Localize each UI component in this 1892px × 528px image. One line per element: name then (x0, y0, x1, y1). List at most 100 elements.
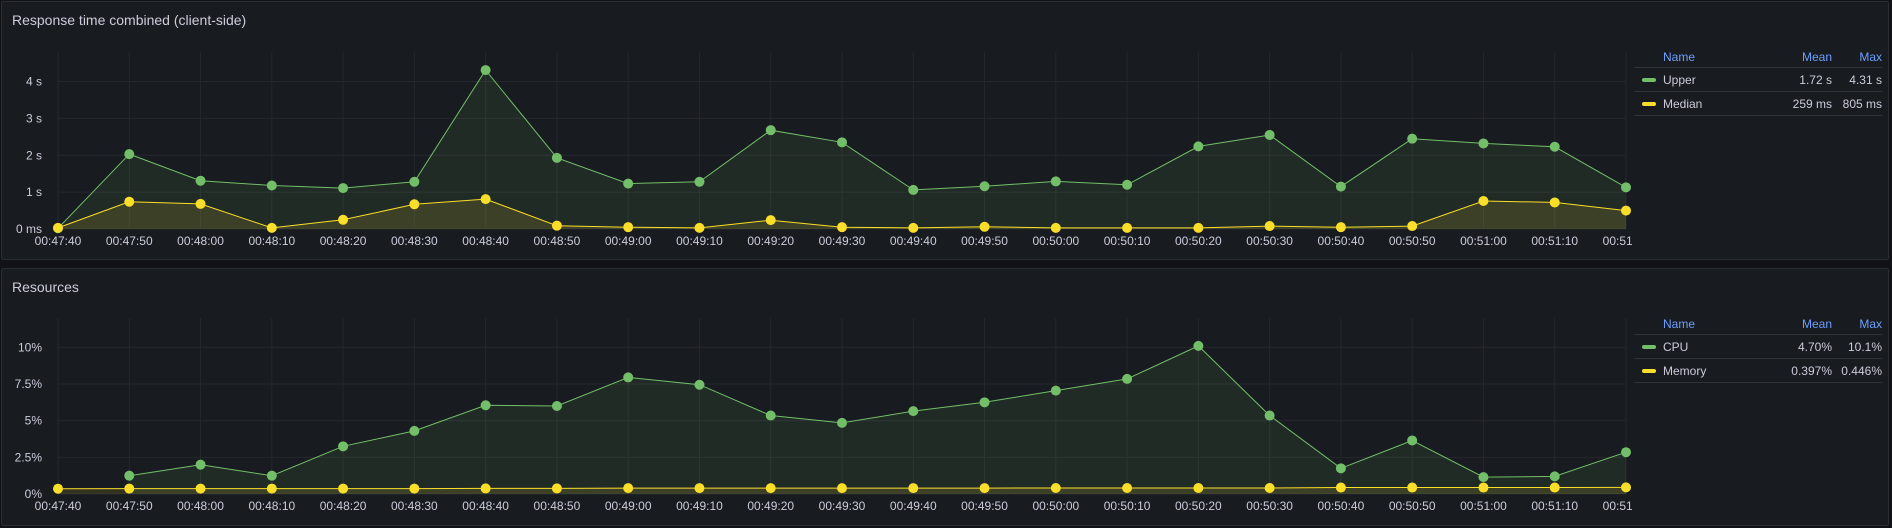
data-point-upper[interactable] (338, 183, 349, 194)
data-point-memory[interactable] (623, 483, 634, 494)
data-point-memory[interactable] (1478, 482, 1489, 493)
response-time-chart[interactable]: 0 ms1 s2 s3 s4 s00:47:40 00:47:50 00:48:00… (2, 2, 1632, 261)
data-point-memory[interactable] (53, 483, 63, 494)
data-point-memory[interactable] (1335, 482, 1346, 493)
data-point-median[interactable] (1335, 222, 1346, 233)
data-point-median[interactable] (765, 215, 776, 226)
data-point-median[interactable] (623, 222, 634, 233)
data-point-cpu[interactable] (1335, 463, 1346, 474)
data-point-upper[interactable] (694, 176, 705, 187)
data-point-median[interactable] (266, 222, 277, 233)
data-point-median[interactable] (551, 220, 562, 231)
data-point-cpu[interactable] (1621, 447, 1631, 458)
data-point-memory[interactable] (266, 483, 277, 494)
data-point-upper[interactable] (551, 152, 562, 163)
data-point-cpu[interactable] (266, 470, 277, 481)
data-point-median[interactable] (1264, 221, 1275, 232)
data-point-upper[interactable] (765, 125, 776, 136)
data-point-cpu[interactable] (1478, 472, 1489, 483)
legend-series-name[interactable]: Memory (1663, 364, 1706, 378)
legend-header-max[interactable]: Max (1832, 50, 1882, 64)
data-point-memory[interactable] (908, 483, 919, 494)
data-point-memory[interactable] (480, 483, 491, 494)
data-point-median[interactable] (409, 199, 420, 210)
data-point-cpu[interactable] (338, 441, 349, 452)
legend-series-name[interactable]: Upper (1663, 73, 1696, 87)
data-point-upper[interactable] (1122, 179, 1133, 190)
data-point-upper[interactable] (1407, 133, 1418, 144)
data-point-memory[interactable] (338, 483, 349, 494)
data-point-median[interactable] (1050, 222, 1061, 233)
data-point-median[interactable] (1478, 195, 1489, 206)
data-point-median[interactable] (979, 221, 990, 232)
data-point-median[interactable] (53, 222, 63, 233)
data-point-median[interactable] (195, 198, 206, 209)
data-point-upper[interactable] (1335, 181, 1346, 192)
data-point-upper[interactable] (266, 180, 277, 191)
data-point-memory[interactable] (1193, 482, 1204, 493)
data-point-upper[interactable] (1621, 182, 1631, 193)
data-point-median[interactable] (908, 222, 919, 233)
data-point-upper[interactable] (1478, 138, 1489, 149)
data-point-memory[interactable] (1050, 482, 1061, 493)
data-point-cpu[interactable] (195, 459, 206, 470)
data-point-cpu[interactable] (1122, 373, 1133, 384)
data-point-cpu[interactable] (979, 397, 990, 408)
data-point-cpu[interactable] (1407, 435, 1418, 446)
data-point-median[interactable] (837, 222, 847, 233)
data-point-upper[interactable] (195, 175, 206, 186)
data-point-cpu[interactable] (1193, 340, 1204, 351)
data-point-memory[interactable] (1407, 482, 1418, 493)
data-point-cpu[interactable] (409, 425, 420, 436)
data-point-cpu[interactable] (694, 379, 705, 390)
data-point-upper[interactable] (1549, 141, 1560, 152)
data-point-memory[interactable] (1621, 482, 1631, 493)
data-point-upper[interactable] (837, 137, 847, 148)
legend-row-median[interactable]: Median 259 ms 805 ms (1634, 92, 1882, 116)
data-point-upper[interactable] (124, 149, 135, 160)
legend-header-name[interactable]: Name (1634, 317, 1764, 331)
legend-row-upper[interactable]: Upper 1.72 s 4.31 s (1634, 68, 1882, 92)
data-point-upper[interactable] (979, 181, 990, 192)
data-point-upper[interactable] (1264, 129, 1275, 140)
legend-row-cpu[interactable]: CPU 4.70% 10.1% (1634, 335, 1882, 359)
data-point-cpu[interactable] (765, 410, 776, 421)
data-point-median[interactable] (1193, 222, 1204, 233)
data-point-upper[interactable] (908, 184, 919, 195)
data-point-memory[interactable] (837, 483, 847, 494)
data-point-memory[interactable] (1549, 482, 1560, 493)
data-point-cpu[interactable] (837, 417, 847, 428)
data-point-upper[interactable] (623, 178, 634, 189)
data-point-cpu[interactable] (1264, 410, 1275, 421)
data-point-median[interactable] (1407, 221, 1418, 232)
data-point-cpu[interactable] (124, 470, 135, 481)
data-point-cpu[interactable] (908, 406, 919, 417)
data-point-memory[interactable] (979, 483, 990, 494)
data-point-cpu[interactable] (1549, 471, 1560, 482)
data-point-median[interactable] (480, 194, 491, 205)
data-point-median[interactable] (338, 214, 349, 225)
data-point-median[interactable] (1621, 205, 1631, 216)
legend-header-name[interactable]: Name (1634, 50, 1764, 64)
data-point-memory[interactable] (551, 483, 562, 494)
legend-header-max[interactable]: Max (1832, 317, 1882, 331)
legend-series-name[interactable]: Median (1663, 97, 1702, 111)
data-point-cpu[interactable] (1050, 385, 1061, 396)
legend-header-mean[interactable]: Mean (1764, 50, 1832, 64)
data-point-cpu[interactable] (551, 401, 562, 411)
data-point-memory[interactable] (694, 483, 705, 494)
data-point-memory[interactable] (124, 483, 135, 494)
data-point-median[interactable] (1549, 197, 1560, 208)
data-point-memory[interactable] (195, 483, 206, 494)
data-point-median[interactable] (694, 222, 705, 233)
legend-header-mean[interactable]: Mean (1764, 317, 1832, 331)
data-point-median[interactable] (1122, 222, 1133, 233)
data-point-cpu[interactable] (480, 400, 491, 411)
data-point-memory[interactable] (409, 483, 420, 494)
data-point-memory[interactable] (1264, 482, 1275, 493)
resources-chart[interactable]: 0%2.5%5%7.5%10%00:47:40 00:47:50 00:48:00 0… (2, 269, 1632, 527)
legend-row-memory[interactable]: Memory 0.397% 0.446% (1634, 359, 1882, 383)
legend-series-name[interactable]: CPU (1663, 340, 1688, 354)
data-point-upper[interactable] (409, 176, 420, 187)
data-point-memory[interactable] (1122, 482, 1133, 493)
